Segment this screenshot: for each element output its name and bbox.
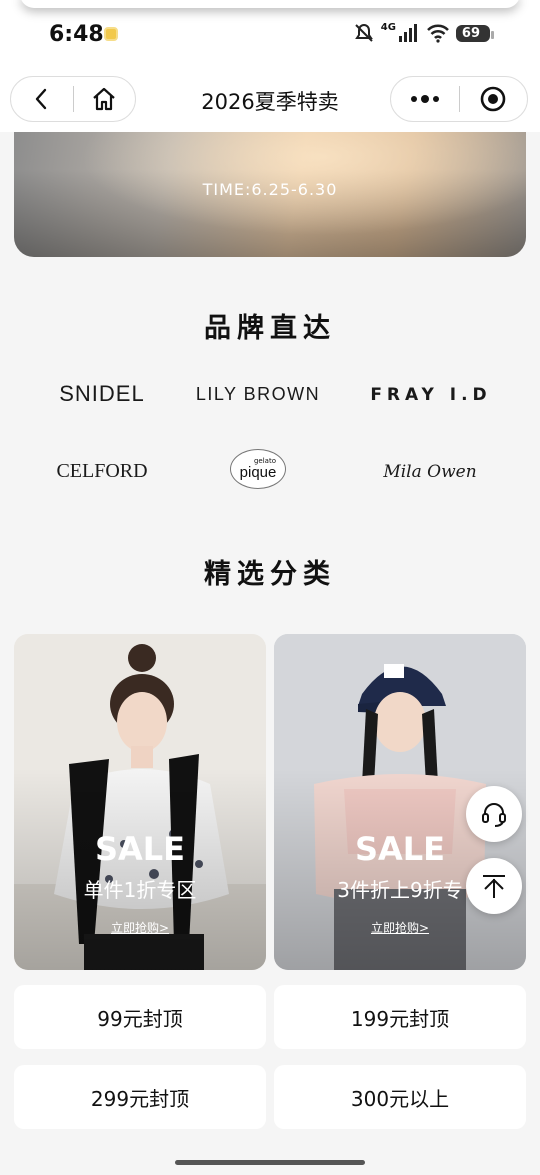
status-bar: 6:48 4G 69 bbox=[0, 0, 540, 66]
nav-right-capsule bbox=[390, 76, 528, 122]
brands-section-title: 品牌直达 bbox=[204, 313, 336, 344]
categories-section-title: 精选分类 bbox=[204, 559, 336, 590]
status-icons: 4G 69 bbox=[353, 22, 495, 44]
price-filter-299[interactable]: 299元封顶 bbox=[14, 1065, 266, 1129]
brand-fray-id[interactable]: FRAY I.D bbox=[346, 385, 516, 405]
mute-icon bbox=[354, 23, 373, 42]
network-label: 4G bbox=[380, 22, 396, 33]
home-indicator bbox=[175, 1160, 365, 1165]
card-buy-link[interactable]: 立即抢购> bbox=[14, 919, 266, 936]
category-card-single-item[interactable]: SALE 单件1折专区 立即抢购> bbox=[14, 634, 266, 970]
back-to-top-button[interactable] bbox=[466, 858, 522, 914]
brand-gelato-pique[interactable]: gelato pique bbox=[230, 449, 286, 489]
close-miniprogram-button[interactable] bbox=[460, 76, 528, 122]
banner-time: TIME:6.25-6.30 bbox=[202, 180, 338, 199]
more-button[interactable] bbox=[391, 76, 459, 122]
brand-mila-owen[interactable]: Mila Owen bbox=[345, 462, 515, 482]
card-buy-link[interactable]: 立即抢购> bbox=[274, 919, 526, 936]
notification-icon bbox=[104, 27, 118, 41]
more-dots-icon bbox=[410, 95, 439, 103]
headset-icon bbox=[482, 803, 506, 827]
brand-snidel[interactable]: SNIDEL bbox=[17, 381, 187, 407]
price-filter-99[interactable]: 99元封顶 bbox=[14, 985, 266, 1049]
target-close-icon bbox=[480, 86, 506, 112]
brand-celford[interactable]: CELFORD bbox=[17, 460, 187, 483]
signal-icon bbox=[398, 24, 417, 42]
battery-indicator: 69 bbox=[455, 24, 495, 42]
price-filter-199[interactable]: 199元封顶 bbox=[274, 985, 526, 1049]
brand-lily-brown[interactable]: LILY BROWN bbox=[173, 384, 343, 405]
wifi-icon bbox=[427, 24, 449, 43]
price-filter-300-plus[interactable]: 300元以上 bbox=[274, 1065, 526, 1129]
card-sale-label: SALE bbox=[94, 830, 186, 868]
promo-banner[interactable]: TIME:6.25-6.30 bbox=[14, 132, 526, 257]
top-shadow bbox=[20, 0, 520, 8]
status-time: 6:48 bbox=[49, 22, 104, 47]
customer-service-button[interactable] bbox=[466, 786, 522, 842]
brand-pique-text: pique bbox=[239, 464, 277, 481]
arrow-up-icon bbox=[483, 875, 505, 898]
card-subtitle: 单件1折专区 bbox=[83, 878, 197, 902]
nav-bar: 2026夏季特卖 bbox=[0, 66, 540, 132]
